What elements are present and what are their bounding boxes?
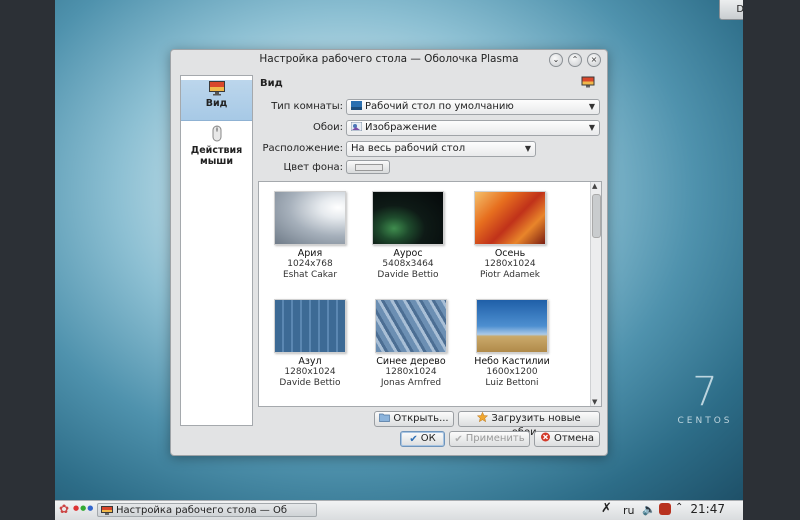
keyboard-layout-indicator[interactable]: ru <box>623 504 635 517</box>
sidebar-item-label: мыши <box>199 156 234 167</box>
wallpaper-label: Обои: <box>312 122 343 133</box>
positioning-combo[interactable]: На весь рабочий стол ▼ <box>346 141 536 157</box>
wallpaper-size: 5408x3464 <box>382 259 434 269</box>
wallpaper-thumbnail <box>274 191 346 245</box>
minimize-button[interactable]: ⌄ <box>549 53 563 67</box>
wallpaper-combo[interactable]: Изображение ▼ <box>346 120 600 136</box>
taskbar-task-label: Настройка рабочего стола — Об <box>116 505 288 516</box>
wallpaper-gallery[interactable]: Ария 1024x768 Eshat Cakar Аурос 5408x346… <box>258 181 602 407</box>
wallpaper-name: Синее дерево <box>376 356 446 367</box>
app-launcher-icon[interactable]: ✿ <box>59 502 69 516</box>
room-type-combo[interactable]: Рабочий стол по умолчанию ▼ <box>346 99 600 115</box>
desktop-toolbox-button[interactable]: Desktop <box>719 0 743 20</box>
wallpaper-name: Осень <box>494 248 526 259</box>
star-icon <box>477 412 489 422</box>
wallpaper-item[interactable]: Азул 1280x1024 Davide Bettio <box>260 299 360 389</box>
wallpaper-name: Азул <box>298 356 322 367</box>
download-wallpapers-button[interactable]: Загрузить новые обои... <box>458 411 600 438</box>
wallpaper-size: 1280x1024 <box>385 367 437 377</box>
wallpaper-author: Eshat Cakar <box>282 270 338 280</box>
pager-icon[interactable]: ●●● <box>73 504 94 512</box>
desktop-settings-dialog: Настройка рабочего стола — Оболочка Plas… <box>170 49 608 456</box>
wallpaper-author: Luiz Bettoni <box>485 378 539 388</box>
scroll-up-icon[interactable]: ▲ <box>592 182 597 190</box>
sidebar-item-view[interactable]: Вид <box>181 80 252 121</box>
positioning-value: На весь рабочий стол <box>351 143 466 154</box>
desktop-icon <box>351 101 362 110</box>
wallpaper-thumbnail <box>476 299 548 353</box>
bg-color-label: Цвет фона: <box>283 162 343 173</box>
wallpaper-author: Davide Bettio <box>377 270 439 280</box>
checkmark-icon: ✔ <box>409 434 418 445</box>
wallpaper-thumbnail <box>474 191 546 245</box>
wallpaper-name: Небо Кастилии <box>474 356 550 367</box>
wallpaper-item[interactable]: Синее дерево 1280x1024 Jonas Arnfred <box>361 299 461 389</box>
chevron-down-icon: ▼ <box>524 144 531 153</box>
wallpaper-item[interactable]: Ария 1024x768 Eshat Cakar <box>260 191 360 281</box>
sidebar-item-label: Вид <box>205 98 228 109</box>
monitor-icon <box>101 506 113 515</box>
positioning-label: Расположение: <box>262 143 343 154</box>
wallpaper-item[interactable]: Осень 1280x1024 Piotr Adamek <box>460 191 560 281</box>
centos-logo: 7 CENTOS <box>675 370 735 426</box>
image-icon <box>351 122 362 131</box>
scrollbar-thumb[interactable] <box>592 194 601 238</box>
wallpaper-size: 1600x1200 <box>486 367 538 377</box>
wallpaper-thumbnail <box>375 299 447 353</box>
centos-logo-number: 7 <box>692 369 718 415</box>
wallpaper-value: Изображение <box>365 122 437 133</box>
sidebar: Вид Действия мыши <box>180 75 253 426</box>
wallpaper-author: Jonas Arnfred <box>380 378 442 388</box>
chevron-down-icon: ▼ <box>588 102 595 111</box>
klipper-icon[interactable]: ✗ <box>601 501 612 516</box>
open-button[interactable]: Открыть... <box>374 411 454 427</box>
folder-icon <box>379 413 391 422</box>
chevron-down-icon: ▼ <box>588 123 595 132</box>
volume-icon[interactable]: 🔈 <box>642 503 656 516</box>
mouse-icon <box>212 125 221 142</box>
room-type-label: Тип комнаты: <box>271 101 343 112</box>
cancel-button[interactable]: Отмена <box>534 431 600 447</box>
wallpaper-name: Аурос <box>393 248 423 259</box>
bg-color-button[interactable] <box>346 160 390 174</box>
clock[interactable]: 21:47 <box>690 502 725 516</box>
taskbar-task-settings[interactable]: Настройка рабочего стола — Об <box>97 503 317 517</box>
gallery-scrollbar[interactable]: ▲ ▼ <box>590 182 601 406</box>
centos-logo-text: CENTOS <box>677 416 733 426</box>
title-bar[interactable]: Настройка рабочего стола — Оболочка Plas… <box>171 50 607 70</box>
wallpaper-item[interactable]: Аурос 5408x3464 Davide Bettio <box>358 191 458 281</box>
close-button[interactable]: × <box>587 53 601 67</box>
wallpaper-author: Davide Bettio <box>279 378 341 388</box>
wallpaper-size: 1280x1024 <box>484 259 536 269</box>
wallpaper-size: 1280x1024 <box>284 367 336 377</box>
ok-button[interactable]: ✔ ОК <box>400 431 445 447</box>
monitor-icon <box>208 81 225 96</box>
section-title: Вид <box>260 78 283 89</box>
scroll-down-icon[interactable]: ▼ <box>592 398 597 406</box>
maximize-button[interactable]: ⌃ <box>568 53 582 67</box>
sidebar-item-label: Действия <box>190 145 243 156</box>
wallpaper-author: Piotr Adamek <box>479 270 541 280</box>
notifications-icon[interactable] <box>659 503 671 515</box>
apply-button[interactable]: ✔ Применить <box>449 431 530 447</box>
wallpaper-thumbnail <box>274 299 346 353</box>
cancel-icon <box>540 432 550 442</box>
taskbar: ✿ ●●● Настройка рабочего стола — Об ✗ ru… <box>55 500 743 520</box>
wallpaper-item[interactable]: Небо Кастилии 1600x1200 Luiz Bettoni <box>462 299 562 389</box>
monitor-icon <box>581 76 595 88</box>
sidebar-item-mouse-actions[interactable]: Действия мыши <box>181 125 252 175</box>
window-title: Настройка рабочего стола — Оболочка Plas… <box>259 53 519 65</box>
wallpaper-thumbnail <box>372 191 444 245</box>
wallpaper-size: 1024x768 <box>287 259 333 269</box>
expand-tray-icon[interactable]: ⌃ <box>675 502 683 513</box>
wallpaper-name: Ария <box>297 248 323 259</box>
checkmark-icon: ✔ <box>454 434 463 445</box>
color-swatch <box>355 164 383 171</box>
room-type-value: Рабочий стол по умолчанию <box>365 101 514 112</box>
